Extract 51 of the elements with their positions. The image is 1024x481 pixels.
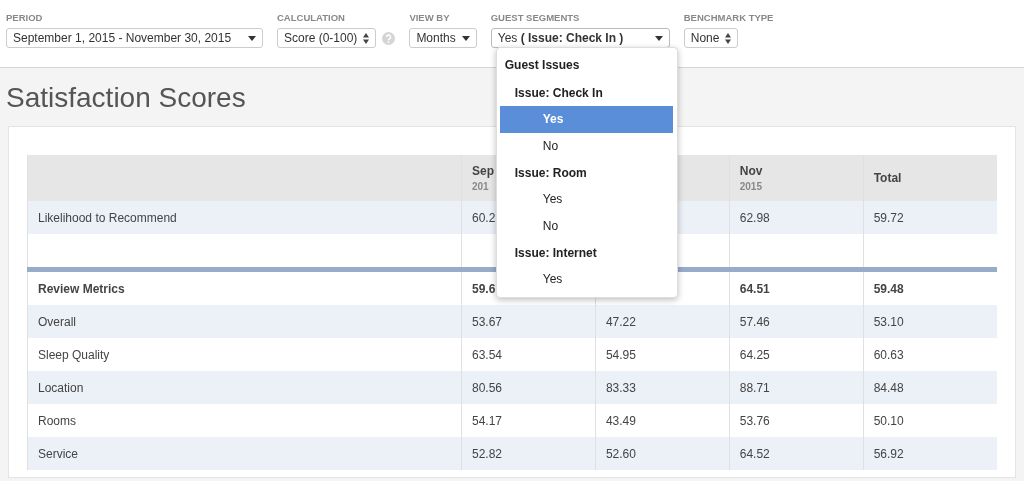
caret-icon xyxy=(461,35,470,41)
column-header: Nov 2015 xyxy=(729,155,864,201)
menu-heading: Guest Issues xyxy=(503,57,581,74)
table-cell: Sleep Quality xyxy=(27,338,462,371)
caret-icon xyxy=(654,35,663,41)
table-cell: 62.98 xyxy=(729,201,864,234)
table-cell: 57.46 xyxy=(729,305,864,338)
table-cell: Location xyxy=(27,371,462,404)
table-cell: 53.67 xyxy=(461,305,596,338)
table-cell: 54.17 xyxy=(461,404,596,437)
menu-group-label: Issue: Internet xyxy=(513,245,598,262)
table-cell: 52.82 xyxy=(461,437,596,470)
menu-group-label: Issue: Check In xyxy=(513,85,604,102)
caret-icon xyxy=(248,35,256,41)
table-cell: Service xyxy=(27,437,462,470)
table-cell: Likelihood to Recommend xyxy=(27,201,462,234)
table-cell: 54.95 xyxy=(595,338,730,371)
table-cell: 64.52 xyxy=(729,437,864,470)
table-cell: Overall xyxy=(27,305,462,338)
table-cell: Rooms xyxy=(27,404,462,437)
dropdown-select[interactable]: Months xyxy=(409,28,477,48)
filter-label: PERIOD xyxy=(6,12,44,25)
table-cell: 60.63 xyxy=(863,338,997,371)
table-cell: 88.71 xyxy=(729,371,864,404)
filter-label: VIEW BY xyxy=(409,12,451,25)
filter-label: CALCULATION xyxy=(277,12,346,25)
table-cell: 56.92 xyxy=(863,437,997,470)
table-cell: 80.56 xyxy=(461,371,596,404)
help-icon[interactable] xyxy=(382,31,396,45)
table-cell: 50.10 xyxy=(863,404,997,437)
stepper-arrows-icon xyxy=(363,32,370,44)
column-header: Total xyxy=(863,155,997,201)
menu-group-label: Issue: Room xyxy=(513,165,588,182)
table-cell: 59.72 xyxy=(863,201,997,234)
table-cell: 64.25 xyxy=(729,338,864,371)
dropdown-select[interactable]: September 1, 2015 - November 30, 2015 xyxy=(6,28,263,48)
stepper-select[interactable]: Score (0-100) xyxy=(277,28,377,48)
dropdown-select[interactable]: Yes ( Issue: Check In ) xyxy=(490,28,670,48)
table-cell: 43.49 xyxy=(595,404,730,437)
table-cell: 63.54 xyxy=(461,338,596,371)
stepper-arrows-icon xyxy=(725,32,732,44)
table-cell: 53.76 xyxy=(729,404,864,437)
page-title: Satisfaction Scores xyxy=(6,81,246,115)
table-cell: 52.60 xyxy=(595,437,730,470)
table-cell: 83.33 xyxy=(595,371,730,404)
table-cell: 47.22 xyxy=(595,305,730,338)
table-cell: 53.10 xyxy=(863,305,997,338)
filter-label: BENCHMARK TYPE xyxy=(683,12,774,25)
filter-label: GUEST SEGMENTS xyxy=(490,12,581,25)
stepper-select[interactable]: None xyxy=(683,28,739,48)
table-cell: 84.48 xyxy=(863,371,997,404)
